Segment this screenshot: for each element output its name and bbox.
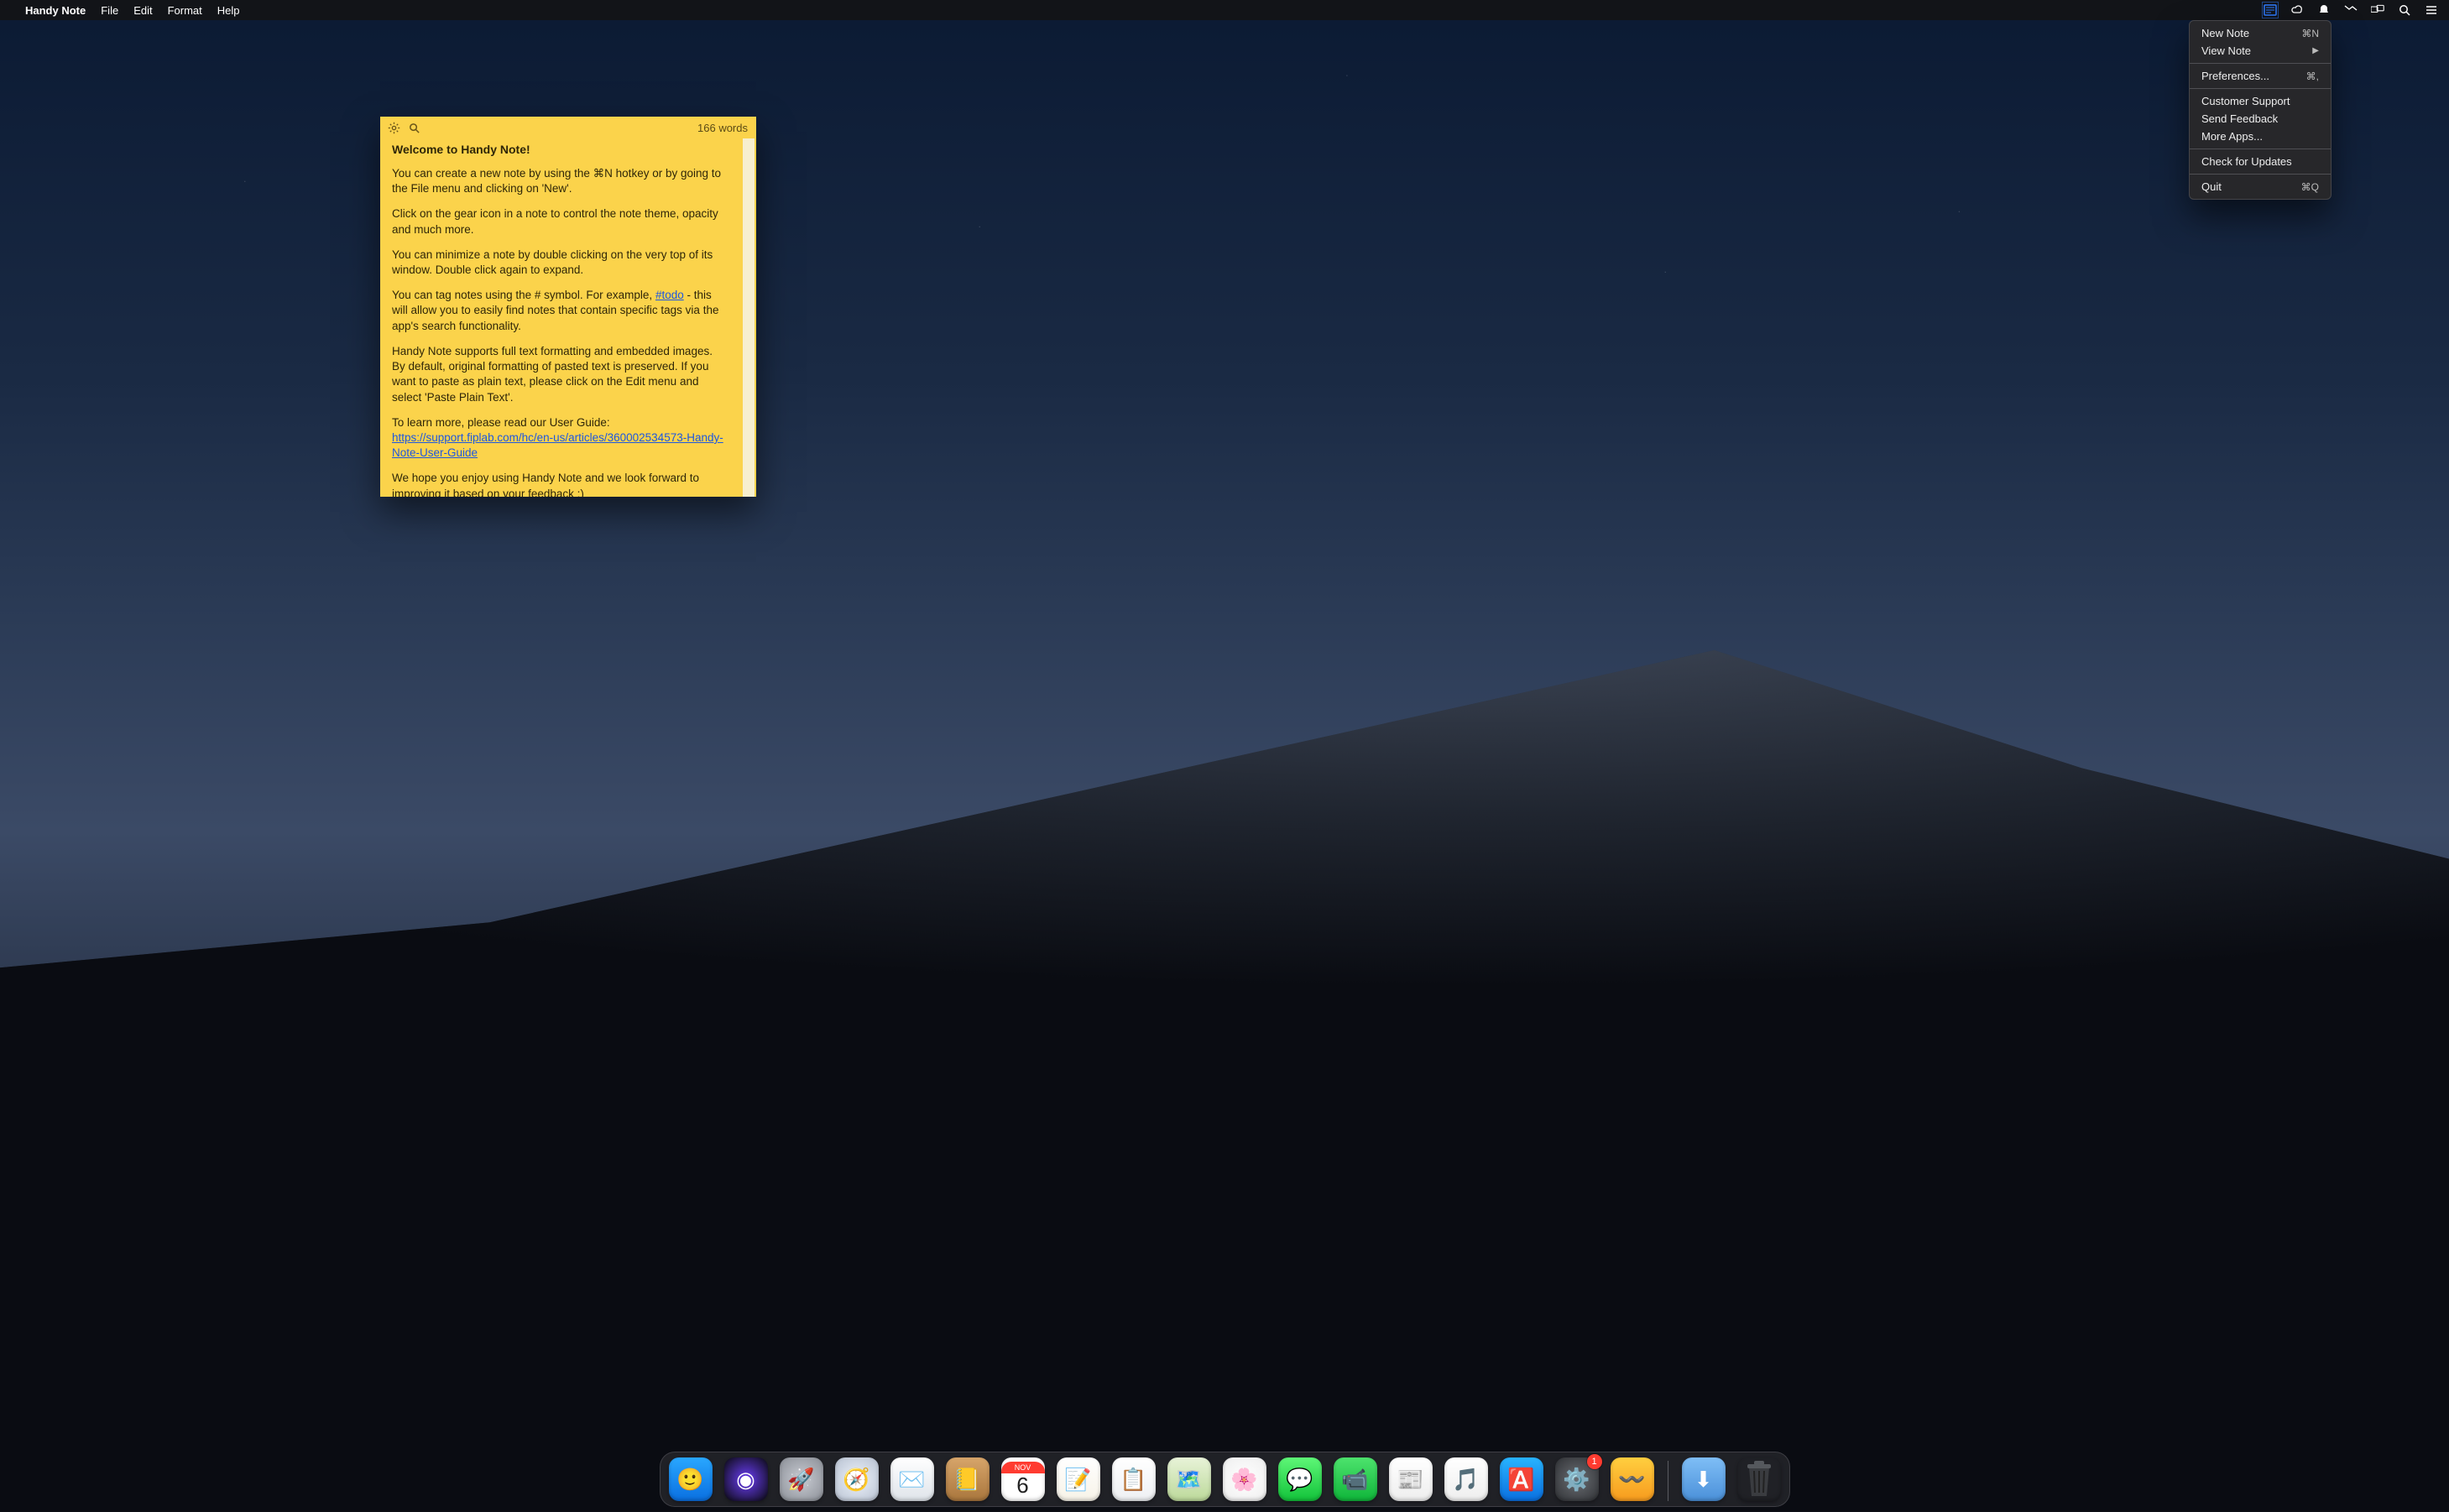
note-paragraph: To learn more, please read our User Guid… <box>392 415 728 461</box>
dropdown-separator <box>2190 88 2331 89</box>
dropdown-item-label: View Note <box>2201 44 2251 57</box>
dock-news[interactable]: 📰 <box>1389 1457 1433 1501</box>
dock-mail[interactable]: ✉️ <box>890 1457 934 1501</box>
note-window[interactable]: 166 words Welcome to Handy Note! You can… <box>380 117 756 497</box>
dropdown-item-view-note[interactable]: View Note ▶ <box>2190 42 2331 60</box>
note-paragraph: Click on the gear icon in a note to cont… <box>392 206 728 237</box>
note-paragraph: We hope you enjoy using Handy Note and w… <box>392 471 728 497</box>
dock-notes[interactable]: 📝 <box>1057 1457 1100 1501</box>
dock-siri[interactable]: ◉ <box>724 1457 768 1501</box>
dock-reminders[interactable]: 📋 <box>1112 1457 1156 1501</box>
dock-itunes[interactable]: 🎵 <box>1444 1457 1488 1501</box>
dock-finder[interactable]: 🙂 <box>669 1457 713 1501</box>
dropdown-item-label: More Apps... <box>2201 130 2263 143</box>
dock-calendar[interactable]: NOV6 <box>1001 1457 1045 1501</box>
menu-help[interactable]: Help <box>217 4 240 17</box>
note-guide-link[interactable]: https://support.fiplab.com/hc/en-us/arti… <box>392 431 723 459</box>
note-text: To learn more, please read our User Guid… <box>392 416 610 429</box>
dropdown-item-more-apps[interactable]: More Apps... <box>2190 128 2331 145</box>
dropdown-item-label: Check for Updates <box>2201 155 2292 168</box>
dropdown-item-new-note[interactable]: New Note ⌘N <box>2190 24 2331 42</box>
dropdown-item-send-feedback[interactable]: Send Feedback <box>2190 110 2331 128</box>
dropdown-item-shortcut: ⌘N <box>2301 28 2319 39</box>
notification-center-icon[interactable] <box>2424 3 2439 18</box>
note-paragraph: You can tag notes using the # symbol. Fo… <box>392 288 728 334</box>
note-paragraph: You can create a new note by using the ⌘… <box>392 166 728 196</box>
note-paragraph: You can minimize a note by double clicki… <box>392 248 728 278</box>
note-scrollbar[interactable] <box>743 138 755 497</box>
dock-system-preferences[interactable]: ⚙️1 <box>1555 1457 1599 1501</box>
dropdown-item-quit[interactable]: Quit ⌘Q <box>2190 178 2331 196</box>
menu-edit[interactable]: Edit <box>133 4 152 17</box>
note-tag-link[interactable]: #todo <box>655 289 684 301</box>
status-item-dropdown: New Note ⌘N View Note ▶ Preferences... ⌘, Cust… <box>2189 20 2332 200</box>
calendar-day: 6 <box>1016 1473 1028 1498</box>
note-paragraph: Handy Note supports full text formatting… <box>392 344 728 405</box>
dock-badge: 1 <box>1587 1454 1602 1469</box>
dropdown-item-preferences[interactable]: Preferences... ⌘, <box>2190 67 2331 85</box>
dock-appstore[interactable]: 🅰️ <box>1500 1457 1543 1501</box>
app-menu[interactable]: Handy Note <box>25 4 86 17</box>
dock-safari[interactable]: 🧭 <box>835 1457 879 1501</box>
dock-downloads[interactable]: ⬇︎ <box>1682 1457 1726 1501</box>
calendar-month: NOV <box>1001 1462 1045 1473</box>
note-word-count: 166 words <box>697 122 748 134</box>
dropdown-item-check-for-updates[interactable]: Check for Updates <box>2190 153 2331 170</box>
dropdown-separator <box>2190 63 2331 64</box>
dock-maps[interactable]: 🗺️ <box>1167 1457 1211 1501</box>
dropdown-item-shortcut: ⌘Q <box>2301 181 2319 193</box>
note-text: You can tag notes using the # symbol. Fo… <box>392 289 655 301</box>
dock-facetime[interactable]: 📹 <box>1334 1457 1377 1501</box>
note-app-status-icon[interactable] <box>2263 3 2278 18</box>
dock-contacts[interactable]: 📒 <box>946 1457 990 1501</box>
dropdown-separator <box>2190 174 2331 175</box>
menu-file[interactable]: File <box>101 4 118 17</box>
menu-format[interactable]: Format <box>168 4 202 17</box>
dock-other-app[interactable]: 〰️ <box>1611 1457 1654 1501</box>
dock-photos[interactable]: 🌸 <box>1223 1457 1266 1501</box>
search-icon[interactable] <box>407 121 420 134</box>
dropdown-item-shortcut: ⌘, <box>2306 70 2319 82</box>
dropdown-item-label: Preferences... <box>2201 70 2269 82</box>
notification-bell-icon[interactable] <box>2316 3 2332 18</box>
dropdown-item-label: New Note <box>2201 27 2249 39</box>
chevron-right-icon: ▶ <box>2312 46 2319 55</box>
dock-container: 🙂◉🚀🧭✉️📒NOV6📝📋🗺️🌸💬📹📰🎵🅰️⚙️1〰️⬇︎ <box>0 1452 2449 1507</box>
creative-cloud-icon[interactable] <box>2290 3 2305 18</box>
note-titlebar[interactable]: 166 words <box>380 117 756 138</box>
menu-bar: Handy Note File Edit Format Help <box>0 0 2449 20</box>
dock-messages[interactable]: 💬 <box>1278 1457 1322 1501</box>
dock-trash[interactable] <box>1737 1457 1781 1501</box>
dropdown-item-label: Quit <box>2201 180 2222 193</box>
spotlight-search-icon[interactable] <box>2397 3 2412 18</box>
note-body[interactable]: Welcome to Handy Note! You can create a … <box>380 138 756 497</box>
dropdown-item-label: Send Feedback <box>2201 112 2278 125</box>
dock-launchpad[interactable]: 🚀 <box>780 1457 823 1501</box>
airplay-icon[interactable] <box>2343 3 2358 18</box>
gear-icon[interactable] <box>387 121 400 134</box>
dropdown-item-customer-support[interactable]: Customer Support <box>2190 92 2331 110</box>
note-title: Welcome to Handy Note! <box>392 142 744 158</box>
displays-icon[interactable] <box>2370 3 2385 18</box>
dropdown-item-label: Customer Support <box>2201 95 2290 107</box>
dock: 🙂◉🚀🧭✉️📒NOV6📝📋🗺️🌸💬📹📰🎵🅰️⚙️1〰️⬇︎ <box>660 1452 1790 1507</box>
